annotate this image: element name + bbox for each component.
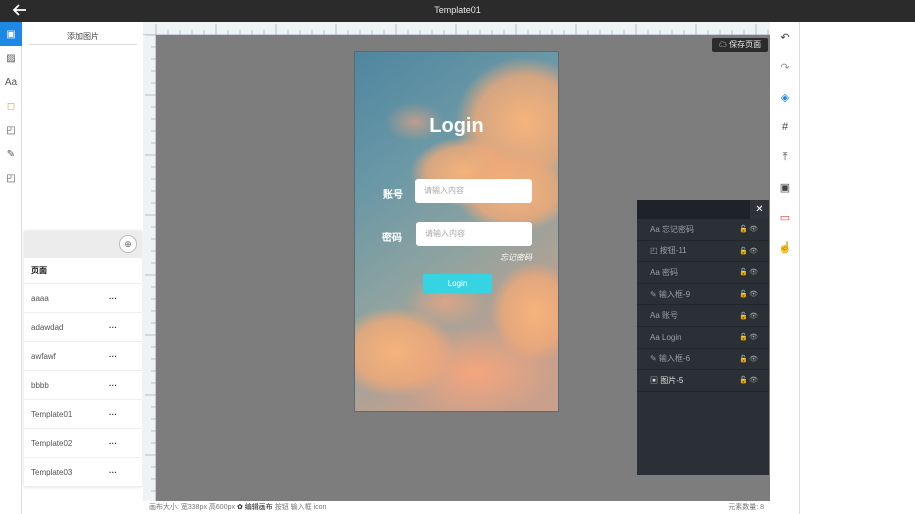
layer-item[interactable]: ▣ 图片-5 🔓👁: [637, 370, 769, 392]
more-icon[interactable]: ···: [109, 323, 117, 332]
lock-eye-icon[interactable]: 🔓👁: [739, 376, 759, 384]
hand-icon[interactable]: ☝: [770, 232, 800, 262]
more-icon[interactable]: ···: [109, 410, 117, 419]
close-icon[interactable]: ✕: [750, 200, 769, 219]
more-icon[interactable]: ···: [109, 352, 117, 361]
vertical-ruler: [143, 34, 156, 501]
page-list-item[interactable]: adawdad ···: [24, 313, 142, 342]
component-tool[interactable]: ◰: [0, 118, 22, 142]
page-name: adawdad: [31, 322, 64, 332]
edit-canvas-button[interactable]: ✿ 编辑画布: [237, 504, 273, 511]
undo-icon[interactable]: ↶: [770, 22, 800, 52]
layer-item[interactable]: ✎ 输入框-6 🔓👁: [637, 349, 769, 371]
lock-eye-icon[interactable]: 🔓👁: [739, 333, 759, 341]
lock-eye-icon[interactable]: 🔓👁: [739, 312, 759, 320]
page-list-item[interactable]: bbbb ···: [24, 371, 142, 400]
status-items: 按钮 输入框 icon: [274, 504, 327, 511]
status-bar: 画布大小: 宽338px 高600px ✿ 编辑画布 按钮 输入框 icon 元…: [143, 501, 770, 514]
layers-icon[interactable]: ◈: [770, 82, 800, 112]
pages-panel-header: ⊕: [24, 231, 142, 258]
layer-name: Aa 忘记密码: [650, 224, 695, 234]
page-list-item[interactable]: aaaa ···: [24, 284, 142, 313]
layer-name: ◰ 按钮-11: [650, 246, 687, 256]
layer-item[interactable]: ◰ 按钮-11 🔓👁: [637, 241, 769, 263]
pattern-tool[interactable]: ▨: [0, 46, 22, 70]
page-list-item[interactable]: Template03 ···: [24, 458, 142, 487]
lock-eye-icon[interactable]: 🔓👁: [739, 290, 759, 298]
account-label: 账号: [383, 190, 403, 201]
layer-name: Aa 密码: [650, 267, 679, 277]
password-input[interactable]: 请输入内容: [416, 222, 532, 246]
page-name: awfawf: [31, 351, 56, 361]
right-toolbar: ↶ ↷ ◈ # ⤒ ▣ ▭ ☝: [770, 22, 800, 514]
horizontal-ruler: [143, 22, 770, 35]
layer-item[interactable]: Aa 忘记密码 🔓👁: [637, 219, 769, 241]
redo-icon[interactable]: ↷: [770, 52, 800, 82]
page-name: Template01: [31, 409, 73, 419]
upload-icon[interactable]: ⤒: [770, 142, 800, 172]
box-tool[interactable]: ◰: [0, 166, 22, 190]
login-title: Login: [429, 115, 484, 137]
login-button[interactable]: Login: [423, 274, 492, 293]
top-bar: Template01: [0, 0, 915, 22]
add-page-icon[interactable]: ⊕: [119, 235, 137, 253]
page-name: aaaa: [31, 293, 49, 303]
page-name: Template02: [31, 438, 73, 448]
pages-title: 页面: [24, 258, 142, 284]
add-image-button[interactable]: 添加图片: [29, 28, 137, 45]
layer-item[interactable]: Aa 密码 🔓👁: [637, 262, 769, 284]
page-list-item[interactable]: Template01 ···: [24, 400, 142, 429]
asset-panel: 添加图片: [23, 22, 143, 232]
grid-icon[interactable]: #: [770, 112, 800, 142]
element-count: 元素数量: 8: [728, 504, 764, 511]
page-name: Template03: [31, 467, 73, 477]
layer-item[interactable]: Aa Login 🔓👁: [637, 327, 769, 349]
layers-panel: ✕ Aa 忘记密码 🔓👁 ◰ 按钮-11 🔓👁 Aa 密码 🔓👁 ✎ 输入框-9 🔓👁 Aa 账…: [637, 200, 769, 475]
page-title: Template01: [434, 5, 481, 15]
layer-name: Aa 账号: [650, 311, 679, 321]
lock-eye-icon[interactable]: 🔓👁: [739, 225, 759, 233]
password-label: 密码: [382, 233, 402, 244]
account-input[interactable]: 请输入内容: [415, 179, 532, 203]
layer-name: ✎ 输入框-9: [650, 289, 691, 299]
phone-preview[interactable]: Login 账号 请输入内容 密码 请输入内容 忘记密码 Login: [354, 51, 559, 412]
input-tool[interactable]: ✎: [0, 142, 22, 166]
monitor-icon[interactable]: ▭: [770, 202, 800, 232]
lock-eye-icon[interactable]: 🔓👁: [739, 355, 759, 363]
more-icon[interactable]: ···: [109, 294, 117, 303]
page-list-item[interactable]: Template02 ···: [24, 429, 142, 458]
layer-item[interactable]: ✎ 输入框-9 🔓👁: [637, 284, 769, 306]
layer-name: Aa Login: [650, 332, 682, 342]
layer-name: ✎ 输入框-6: [650, 354, 691, 364]
lock-eye-icon[interactable]: 🔓👁: [739, 268, 759, 276]
button-tool[interactable]: ◻: [0, 94, 22, 118]
lock-eye-icon[interactable]: 🔓👁: [739, 247, 759, 255]
page-name: bbbb: [31, 380, 49, 390]
save-page-button[interactable]: ☁ 保存页面: [712, 38, 768, 52]
layers-panel-header: ✕: [637, 200, 769, 219]
more-icon[interactable]: ···: [109, 468, 117, 477]
text-tool[interactable]: Aa: [0, 70, 22, 94]
forgot-password-link[interactable]: 忘记密码: [500, 252, 532, 263]
layer-item[interactable]: Aa 账号 🔓👁: [637, 305, 769, 327]
canvas-size-text: 画布大小: 宽338px 高600px: [149, 504, 235, 511]
image-icon[interactable]: ▣: [770, 172, 800, 202]
more-icon[interactable]: ···: [109, 439, 117, 448]
image-tool[interactable]: ▣: [0, 22, 22, 46]
left-toolbar: ▣ ▨ Aa ◻ ◰ ✎ ◰: [0, 22, 22, 514]
page-list-item[interactable]: awfawf ···: [24, 342, 142, 371]
pages-panel: ⊕ 页面 aaaa ··· adawdad ··· awfawf ··· bbbb ··· Te…: [24, 231, 142, 487]
more-icon[interactable]: ···: [109, 381, 117, 390]
layer-name: ▣ 图片-5: [650, 375, 684, 385]
